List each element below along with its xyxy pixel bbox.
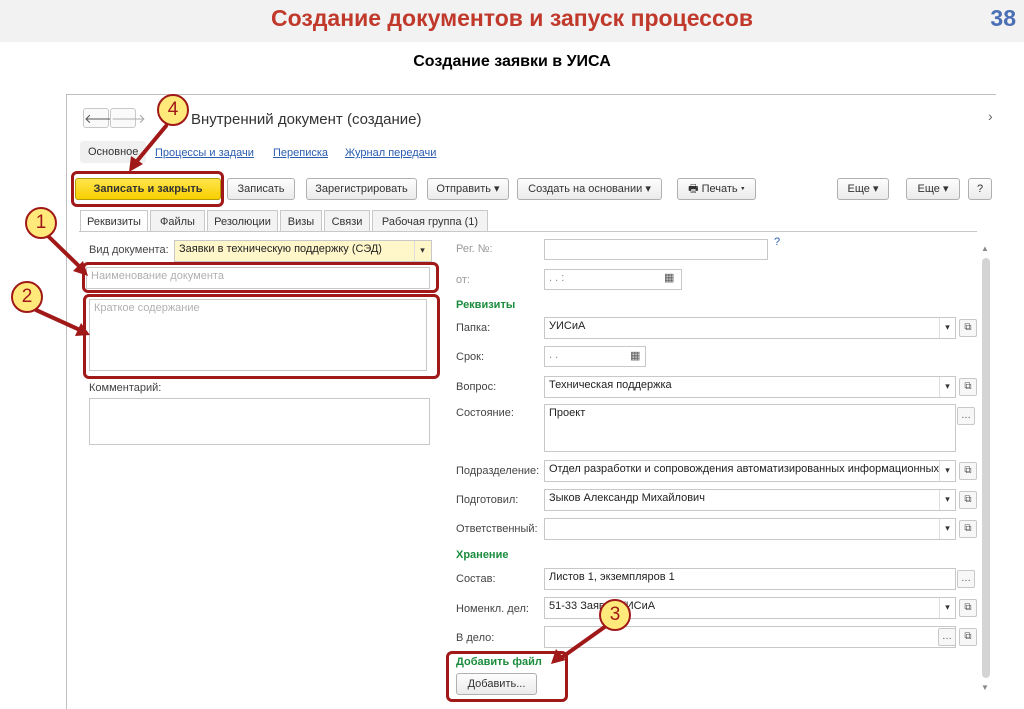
marker-4: 4 [157, 94, 189, 126]
callout-arrows [34, 124, 608, 664]
marker-2: 2 [11, 281, 43, 313]
marker-1: 1 [25, 207, 57, 239]
marker-3: 3 [599, 599, 631, 631]
